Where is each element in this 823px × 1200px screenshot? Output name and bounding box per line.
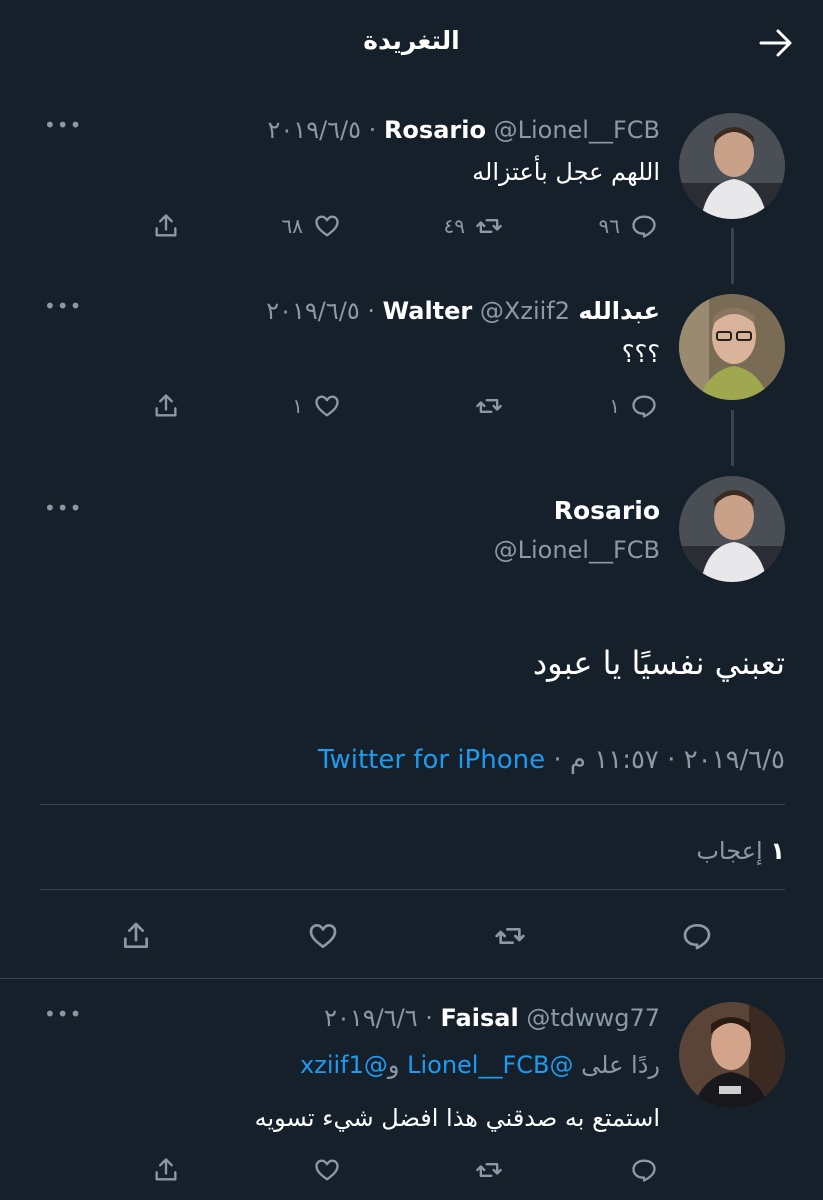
- retweet-button[interactable]: [475, 392, 503, 420]
- retweet-button[interactable]: [494, 920, 526, 952]
- replying-to: ردًا على @Lionel__FCB و@xziif1: [300, 1051, 660, 1079]
- back-arrow-icon[interactable]: [757, 24, 795, 62]
- tweet-meta: Faisal @tdwwg77 · ٢٠١٩/٦/٦: [324, 1004, 660, 1032]
- share-icon: [155, 1158, 177, 1181]
- share-button[interactable]: [152, 212, 180, 240]
- retweet-icon: [495, 928, 525, 944]
- more-options-icon[interactable]: •••: [44, 496, 82, 520]
- reply-count: ١: [609, 394, 620, 418]
- heart-icon: [309, 924, 337, 948]
- mention-link[interactable]: @xziif1: [300, 1051, 388, 1079]
- reply-button[interactable]: ١: [609, 392, 658, 420]
- heart-icon: [315, 1159, 339, 1181]
- avatar[interactable]: [679, 113, 785, 219]
- more-options-icon[interactable]: •••: [44, 113, 82, 137]
- share-button[interactable]: [152, 1156, 180, 1184]
- like-count: ١: [292, 394, 303, 418]
- likes-count: ١: [770, 837, 785, 865]
- thread-connector: [731, 228, 734, 284]
- author-name: Rosario: [383, 116, 486, 144]
- share-icon: [155, 394, 177, 417]
- divider: [0, 978, 823, 979]
- tweet-text: تعبني نفسيًا يا عبود: [532, 644, 785, 682]
- heart-icon: [315, 215, 339, 237]
- retweet-icon: [476, 1163, 502, 1177]
- avatar[interactable]: [679, 1002, 785, 1108]
- divider: [40, 889, 785, 890]
- share-button[interactable]: [152, 392, 180, 420]
- share-icon: [155, 214, 177, 237]
- reply-button[interactable]: [630, 1156, 658, 1184]
- more-options-icon[interactable]: •••: [44, 294, 82, 318]
- retweet-button[interactable]: ٤٩: [444, 212, 503, 240]
- author-handle: @Lionel__FCB: [493, 116, 660, 144]
- reply-count: ٩٦: [598, 214, 620, 238]
- share-icon: [124, 922, 148, 948]
- author-handle: @tdwwg77: [526, 1004, 660, 1032]
- tweet-text: ؟؟؟: [621, 340, 660, 368]
- like-button[interactable]: ٦٨: [282, 212, 341, 240]
- like-count: ٦٨: [281, 214, 303, 238]
- replying-and: و: [387, 1051, 400, 1079]
- reply-icon: [632, 1159, 656, 1182]
- author-name[interactable]: Rosario: [554, 496, 660, 525]
- tweet-text: استمتع به صدقني هذا افضل شيء تسويه: [254, 1104, 660, 1132]
- heart-icon: [315, 395, 339, 417]
- mention-link[interactable]: @Lionel__FCB: [407, 1051, 573, 1079]
- tweet-time: ١١:٥٧ م: [569, 745, 659, 775]
- share-button[interactable]: [120, 920, 152, 952]
- retweet-icon: [476, 219, 502, 233]
- likes-summary[interactable]: ١ إعجاب: [696, 837, 785, 865]
- divider: [40, 804, 785, 805]
- reply-button[interactable]: [681, 920, 713, 952]
- author-handle: @Xziif2: [479, 297, 570, 325]
- retweet-icon: [476, 399, 502, 413]
- retweet-button[interactable]: [475, 1156, 503, 1184]
- avatar[interactable]: [679, 476, 785, 582]
- thread-connector: [731, 410, 734, 466]
- tweet-meta: Rosario @Lionel__FCB · ٢٠١٩/٦/٥: [267, 116, 660, 144]
- like-button[interactable]: ١: [292, 392, 341, 420]
- likes-label: إعجاب: [696, 837, 763, 865]
- page-title: التغريدة: [363, 26, 460, 55]
- tweet-timestamp: ٢٠١٩/٦/٥ · ١١:٥٧ م · Twitter for iPhone: [317, 745, 785, 775]
- tweet-date: ٢٠١٩/٦/٥: [267, 116, 362, 144]
- tweet-date: ٢٠١٩/٦/٥: [266, 297, 360, 325]
- author-name: Faisal: [440, 1004, 519, 1032]
- like-button[interactable]: [313, 1156, 341, 1184]
- tweet-date: ٢٠١٩/٦/٦: [324, 1004, 418, 1032]
- tweet-text: اللهم عجل بأعتزاله: [472, 158, 660, 186]
- retweet-count: ٤٩: [443, 214, 465, 238]
- more-options-icon[interactable]: •••: [44, 1002, 82, 1026]
- reply-icon: [632, 395, 656, 418]
- reply-button[interactable]: ٩٦: [599, 212, 658, 240]
- tweet-source-link[interactable]: Twitter for iPhone: [318, 745, 545, 775]
- replying-prefix: ردًا على: [581, 1051, 660, 1079]
- like-button[interactable]: [307, 920, 339, 952]
- avatar[interactable]: [679, 294, 785, 400]
- reply-icon: [632, 215, 656, 238]
- tweet-date: ٢٠١٩/٦/٥: [683, 745, 785, 775]
- author-handle[interactable]: @Lionel__FCB: [494, 536, 660, 564]
- reply-icon: [683, 924, 711, 950]
- tweet-meta: عبدالله Walter @Xziif2 · ٢٠١٩/٦/٥: [266, 297, 660, 325]
